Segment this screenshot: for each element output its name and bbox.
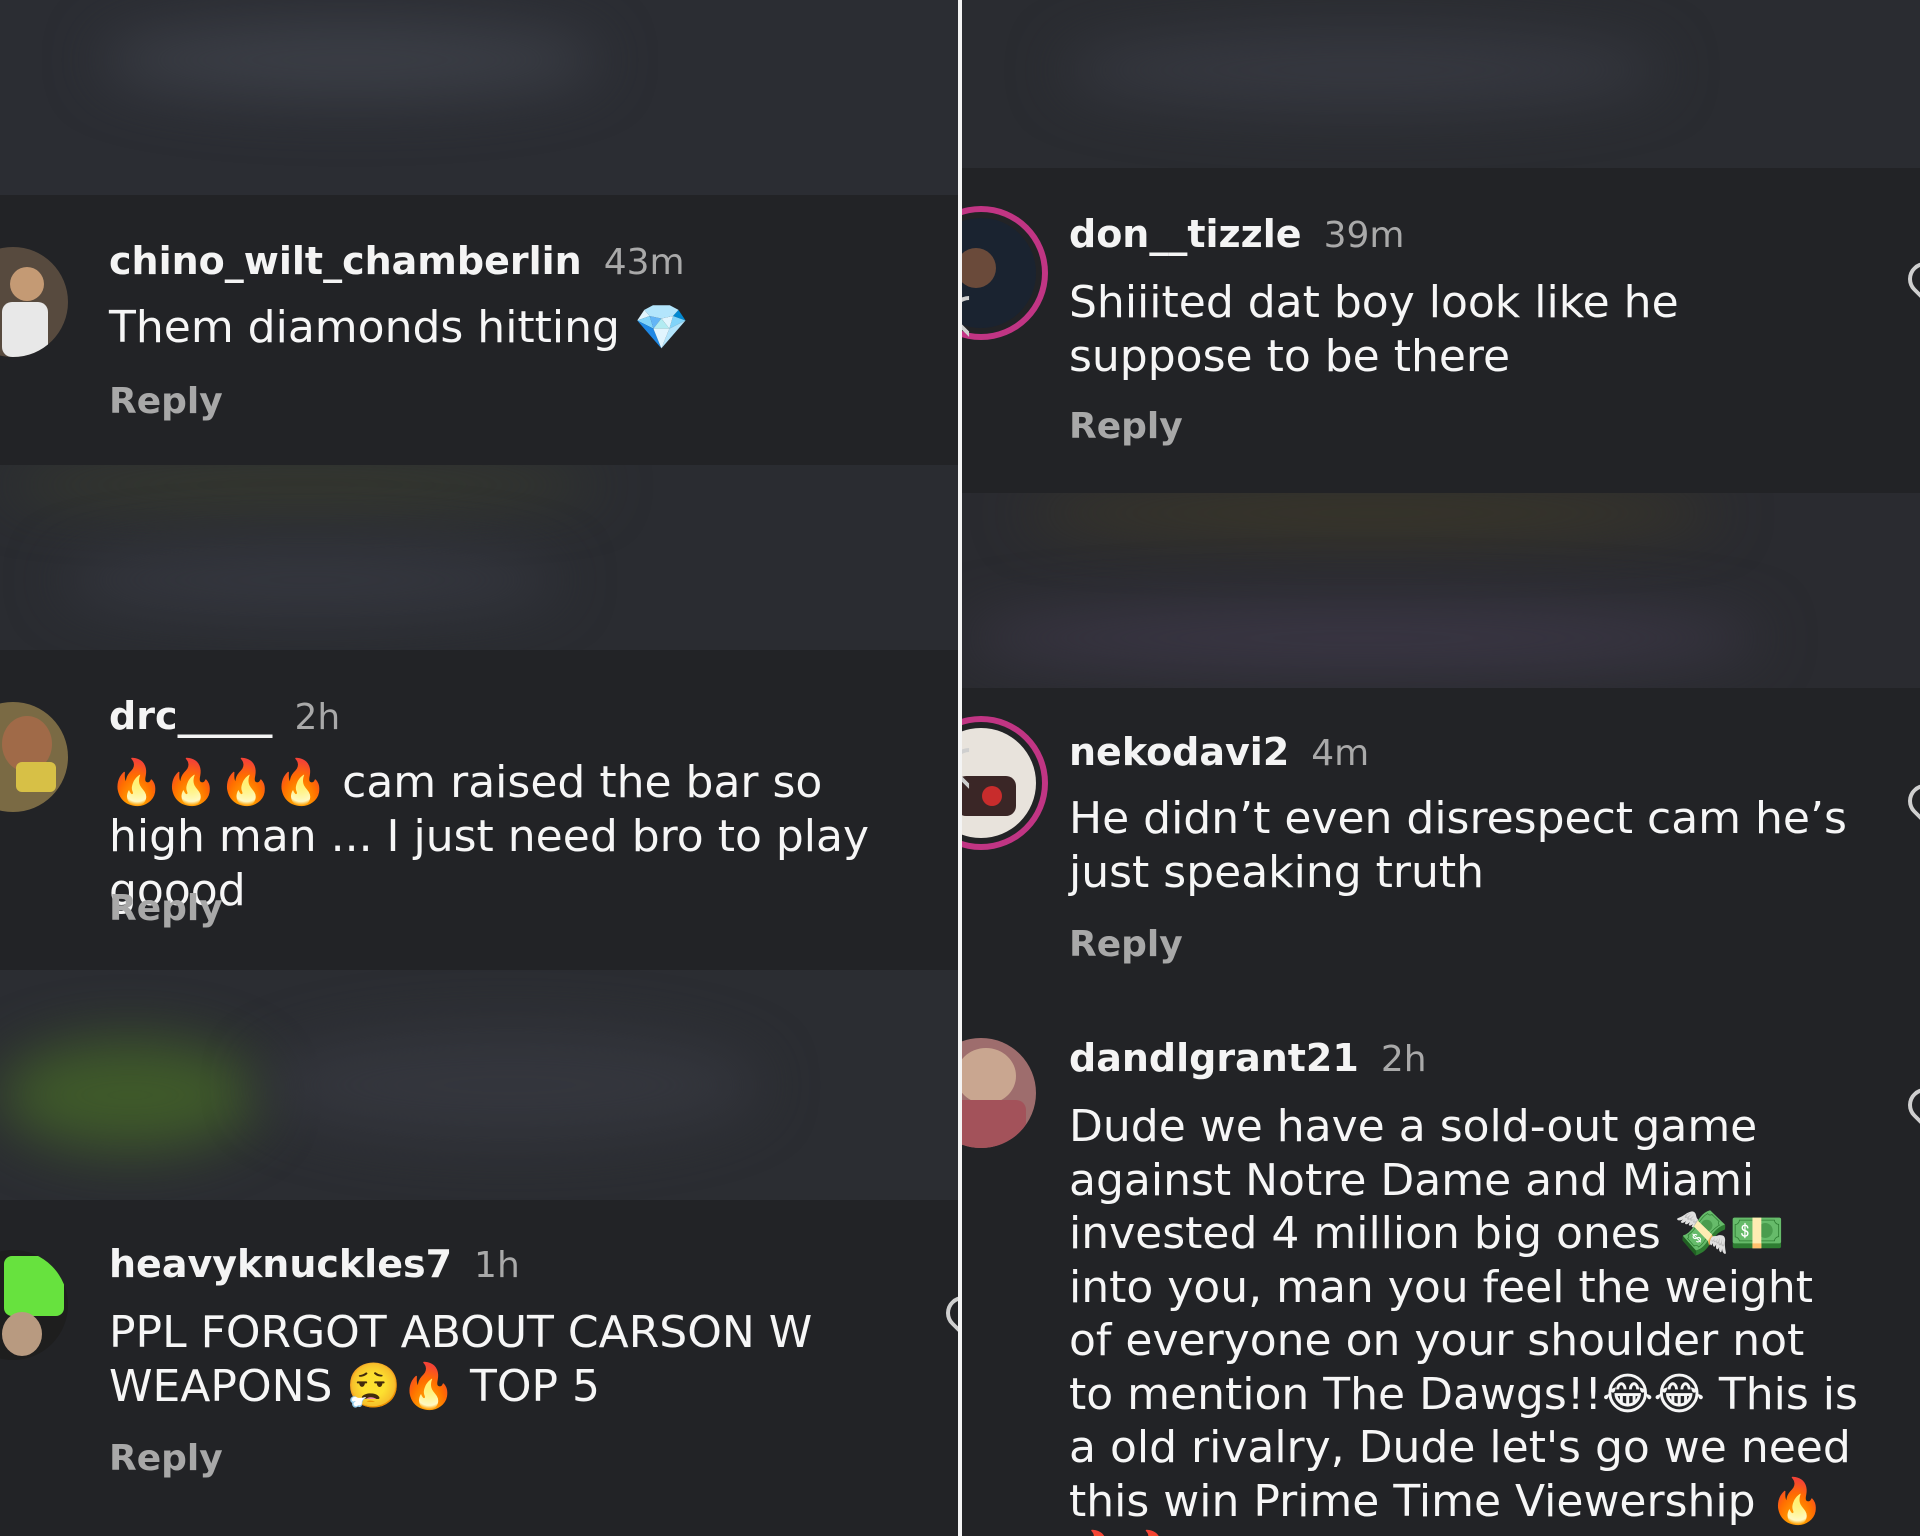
comment-item: chino_wilt_chamberlin 43m Them diamonds h…	[0, 195, 958, 465]
heart-outline-icon[interactable]	[1900, 254, 1920, 304]
heart-outline-icon[interactable]	[938, 1288, 958, 1338]
comment-time: 43m	[603, 242, 685, 283]
reply-button[interactable]: Reply	[109, 381, 223, 422]
comment-username[interactable]: drc_____ 2h	[109, 694, 340, 738]
comment-text: Shiiited dat boy look like he suppose to…	[1069, 277, 1679, 382]
comment-text: Them diamonds hitting 💎	[109, 302, 689, 353]
comment-username[interactable]: nekodavi2 4m	[1069, 730, 1369, 774]
comment-item: heavyknuckles7 1h PPL FORGOT ABOUT CARSON…	[0, 1200, 958, 1536]
comment-item: dandlgrant21 2h Dude we have a sold-out g…	[962, 1008, 1920, 1536]
comment-text: Dude we have a sold-out game against Not…	[1069, 1101, 1858, 1536]
comment-time: 1h	[474, 1245, 520, 1286]
blurred-video-background	[0, 0, 958, 195]
left-screenshot-panel: chino_wilt_chamberlin 43m Them diamonds h…	[0, 0, 958, 1536]
reply-button[interactable]: Reply	[109, 888, 223, 929]
blurred-video-background	[0, 970, 958, 1200]
blurred-video-background	[962, 493, 1920, 688]
reply-button[interactable]: Reply	[1069, 406, 1183, 447]
reply-button[interactable]: Reply	[109, 1438, 223, 1479]
heart-outline-icon[interactable]	[1900, 776, 1920, 826]
comment-username[interactable]: heavyknuckles7 1h	[109, 1242, 520, 1286]
comment-time: 4m	[1311, 733, 1370, 774]
heart-outline-icon[interactable]	[1900, 1080, 1920, 1130]
avatar[interactable]	[962, 1038, 1036, 1148]
comment-item: nekodavi2 4m He didn’t even disrespect ca…	[962, 688, 1920, 1008]
comment-text: PPL FORGOT ABOUT CARSON W WEAPONS 😮‍💨🔥 T…	[109, 1307, 813, 1412]
avatar[interactable]	[0, 1250, 68, 1360]
comment-time: 2h	[1380, 1039, 1427, 1080]
comment-username[interactable]: don__tizzle 39m	[1069, 212, 1404, 256]
comment-text: 🔥🔥🔥🔥 cam raised the bar so high man ... …	[109, 757, 870, 916]
comment-item: drc_____ 2h 🔥🔥🔥🔥 cam raised the bar so hi…	[0, 650, 958, 970]
avatar[interactable]	[0, 247, 68, 357]
blurred-video-background	[0, 465, 958, 650]
comment-item: don__tizzle 39m Shiiited dat boy look lik…	[962, 168, 1920, 493]
right-screenshot-panel: don__tizzle 39m Shiiited dat boy look lik…	[962, 0, 1920, 1536]
avatar[interactable]	[0, 702, 68, 812]
reply-button[interactable]: Reply	[1069, 924, 1183, 965]
comment-username[interactable]: dandlgrant21 2h	[1069, 1036, 1427, 1080]
comment-username[interactable]: chino_wilt_chamberlin 43m	[109, 239, 685, 283]
comment-text: He didn’t even disrespect cam he’s just …	[1069, 793, 1847, 898]
comment-time: 39m	[1323, 215, 1405, 256]
comment-time: 2h	[294, 697, 341, 738]
blurred-video-background	[962, 0, 1920, 168]
